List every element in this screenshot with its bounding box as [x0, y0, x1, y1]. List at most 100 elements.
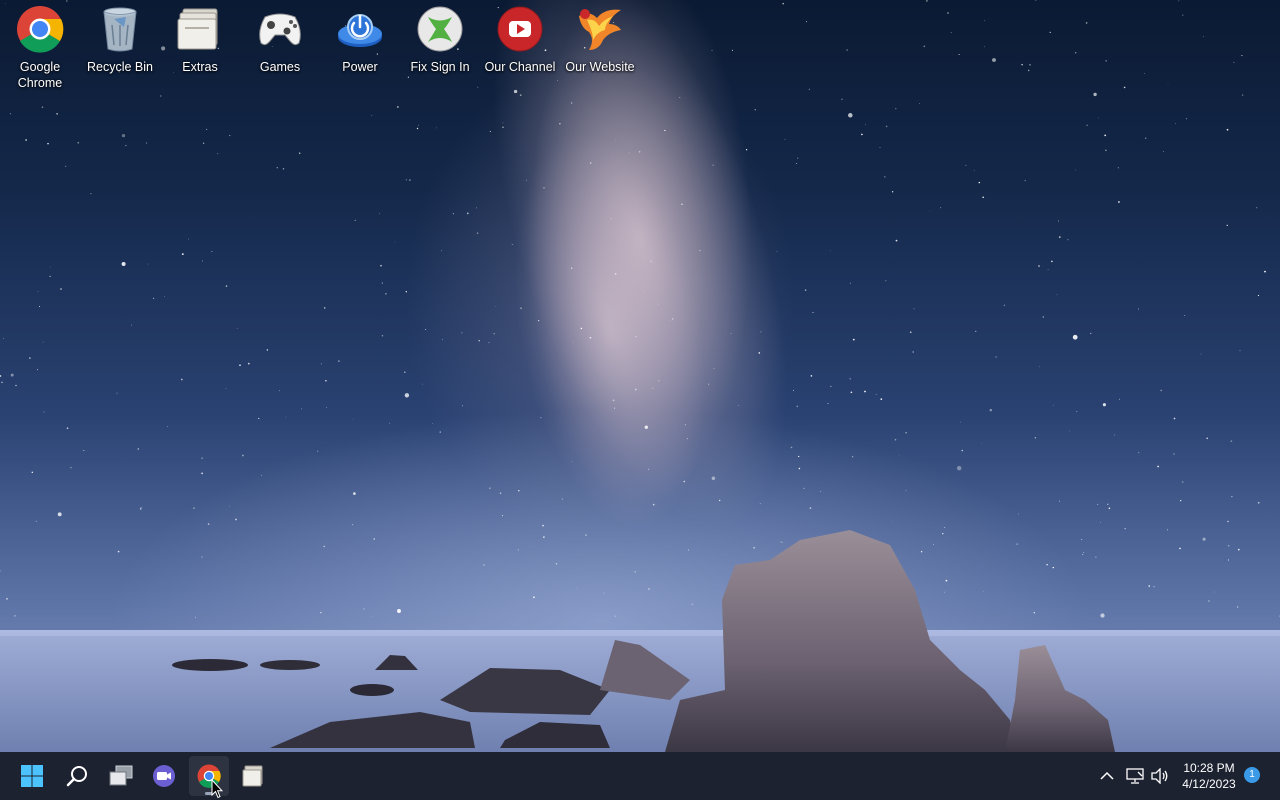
folder-icon	[242, 765, 263, 787]
star	[1160, 389, 1162, 392]
star	[1264, 270, 1266, 273]
star	[1230, 440, 1233, 442]
chrome-icon	[15, 4, 65, 54]
star	[405, 179, 407, 181]
desktop-icon-extras[interactable]: Extras	[161, 4, 239, 96]
star	[1144, 73, 1145, 74]
star	[559, 123, 561, 125]
star	[217, 153, 219, 155]
star	[555, 563, 558, 565]
star	[1157, 465, 1159, 468]
star	[1097, 503, 1099, 505]
star	[1179, 547, 1181, 550]
star	[66, 427, 69, 429]
star	[462, 405, 463, 407]
file-explorer-button[interactable]	[233, 756, 273, 796]
star	[352, 524, 354, 526]
star	[121, 133, 126, 138]
star	[1256, 207, 1258, 209]
star	[405, 291, 407, 293]
network-button[interactable]	[1124, 752, 1146, 800]
star	[542, 524, 544, 527]
star	[378, 213, 380, 215]
volume-button[interactable]	[1149, 752, 1171, 800]
star	[688, 549, 690, 551]
star	[1038, 366, 1040, 368]
star	[691, 603, 693, 605]
star	[235, 518, 237, 521]
star	[1257, 501, 1260, 504]
task-view-button[interactable]	[101, 756, 141, 796]
star	[371, 616, 373, 618]
star	[898, 454, 900, 456]
notification-badge[interactable]: 1	[1244, 767, 1260, 783]
star	[615, 140, 616, 141]
star	[1, 381, 3, 384]
star	[759, 503, 761, 505]
star	[947, 12, 949, 14]
star	[981, 443, 983, 445]
star	[476, 207, 477, 209]
star	[982, 196, 985, 199]
star	[572, 341, 574, 343]
desktop-icon-google-chrome[interactable]: Google Chrome	[1, 4, 79, 96]
star	[1105, 60, 1107, 62]
star	[203, 142, 205, 144]
star	[140, 507, 142, 509]
star	[439, 431, 441, 433]
star	[879, 147, 881, 149]
star	[466, 212, 469, 215]
desktop-icon-games[interactable]: Games	[241, 4, 319, 96]
star	[1104, 134, 1107, 137]
star	[1049, 31, 1051, 34]
desktop-icon-label: Extras	[182, 60, 218, 74]
star	[1090, 332, 1092, 334]
star	[441, 338, 444, 340]
desktop-icon-recycle-bin[interactable]: Recycle Bin	[81, 4, 159, 96]
star	[1123, 86, 1126, 89]
star	[671, 318, 674, 320]
desktop-icon-power[interactable]: Power	[321, 4, 399, 96]
desktop-icon-label: Google Chrome	[17, 60, 63, 90]
star	[1100, 613, 1105, 618]
star	[90, 193, 92, 195]
star	[483, 564, 485, 566]
show-hidden-icons-button[interactable]	[1096, 752, 1118, 800]
star	[41, 106, 44, 108]
star	[1024, 179, 1026, 182]
star	[397, 609, 401, 613]
star	[43, 411, 45, 413]
star	[1114, 434, 1115, 436]
star	[70, 466, 72, 469]
desktop-icon-label: Fix Sign In	[410, 60, 470, 74]
star	[1095, 556, 1097, 558]
star	[1093, 92, 1097, 97]
star	[543, 187, 545, 189]
star	[207, 523, 210, 525]
teams-chat-button[interactable]	[144, 756, 184, 796]
star	[1038, 265, 1040, 267]
chrome-taskbar-button[interactable]	[189, 756, 229, 796]
star	[0, 375, 2, 377]
desktop-icon-our-website[interactable]: Our Website	[561, 4, 639, 96]
star	[803, 487, 805, 490]
desktop-icon-our-channel[interactable]: Our Channel	[481, 4, 559, 96]
star	[1138, 308, 1139, 310]
start-button[interactable]	[12, 756, 52, 796]
speaker-icon	[1151, 768, 1168, 784]
star	[760, 331, 762, 333]
star	[884, 176, 886, 178]
star	[416, 127, 419, 130]
star	[571, 102, 573, 104]
star	[1108, 507, 1111, 510]
star	[959, 421, 961, 423]
star	[258, 417, 260, 419]
search-button[interactable]	[57, 756, 97, 796]
star	[628, 152, 630, 154]
star	[1003, 304, 1006, 307]
star	[699, 250, 701, 252]
clock-button[interactable]: 10:28 PM 4/12/2023	[1170, 760, 1248, 792]
desktop-icon-fix-sign-in[interactable]: Fix Sign In	[401, 4, 479, 96]
star	[983, 46, 985, 48]
star	[363, 608, 365, 610]
